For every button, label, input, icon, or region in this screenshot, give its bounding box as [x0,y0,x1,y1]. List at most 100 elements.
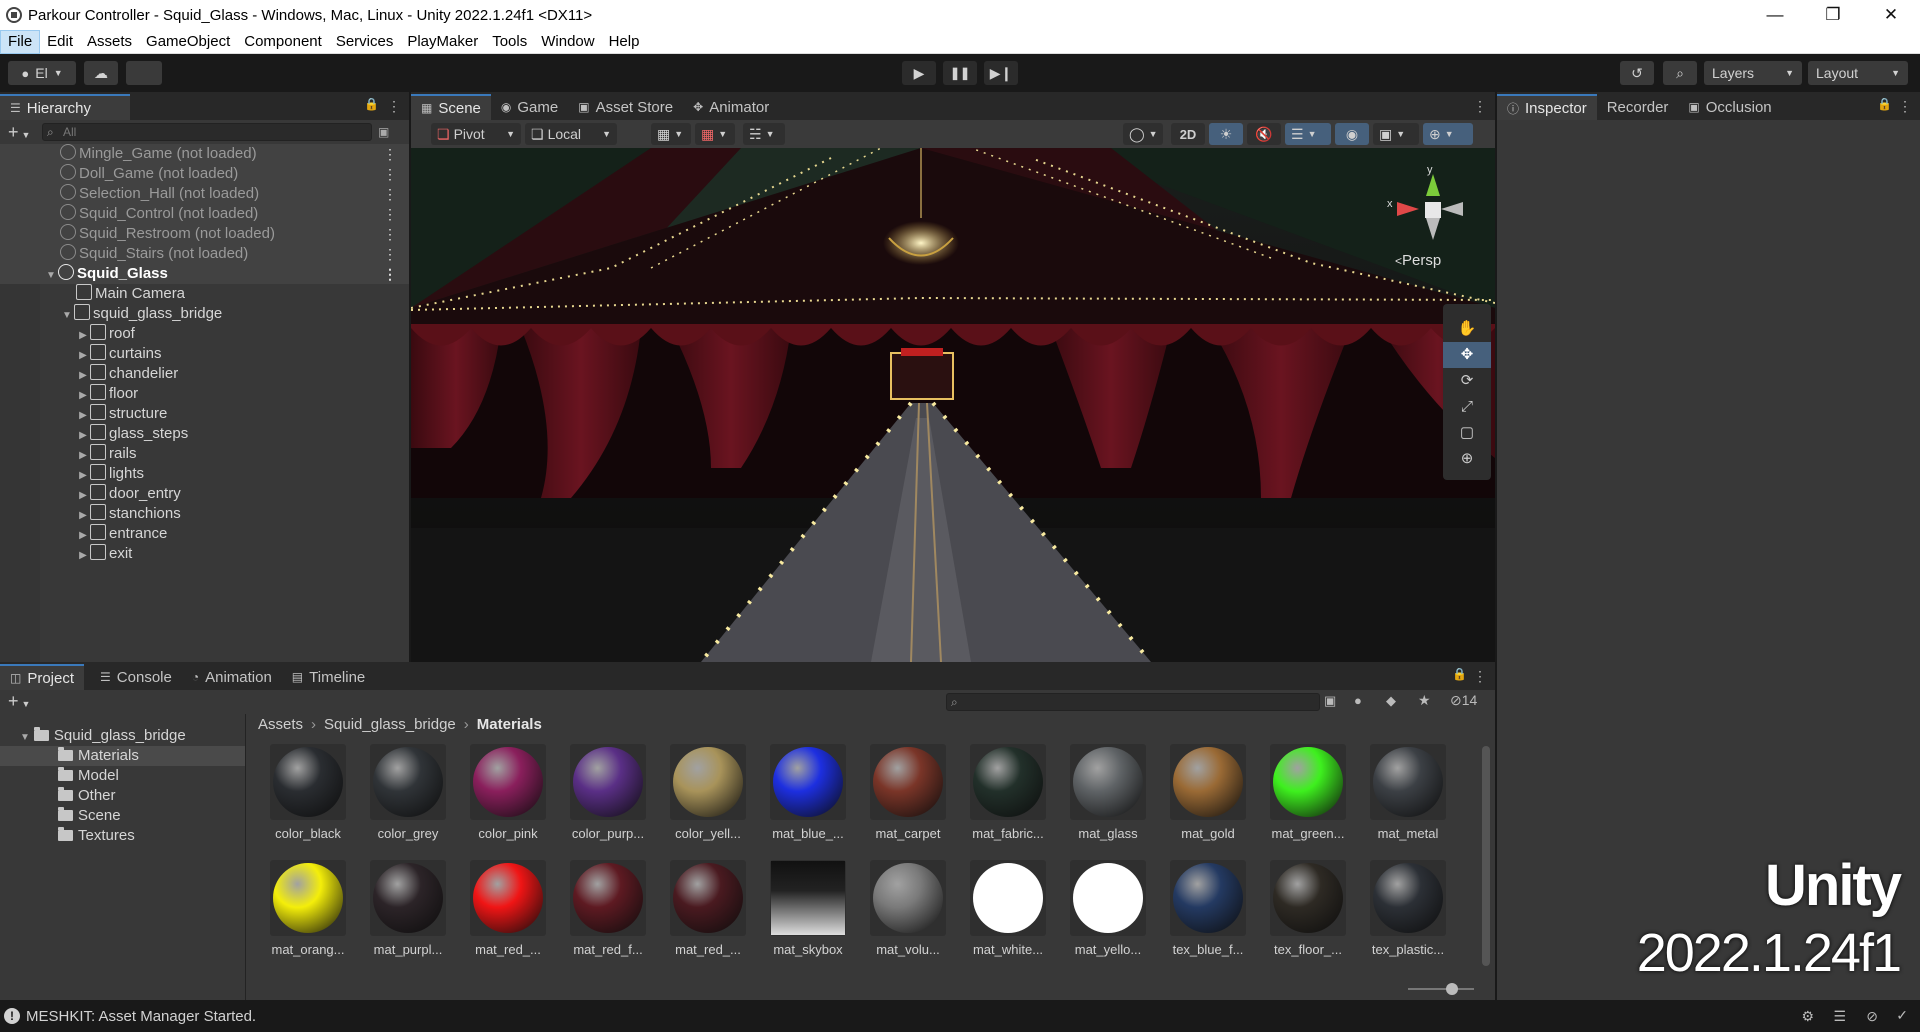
search-options-icon[interactable]: ▣ [378,125,389,139]
gameobject-row[interactable]: ▶ stanchions [0,504,409,524]
grid-scrollbar[interactable] [1482,746,1490,966]
audio-toggle[interactable]: 🔇 [1247,123,1281,145]
material-asset[interactable]: mat_volu... [862,860,954,957]
tab-recorder[interactable]: Recorder [1597,94,1679,120]
material-asset[interactable]: mat_gold [1162,744,1254,841]
material-asset[interactable]: mat_skybox [762,860,854,957]
gameobject-row[interactable]: ▶ exit [0,544,409,564]
hand-tool[interactable]: ✋ [1443,316,1491,342]
collapse-arrow-icon[interactable]: ▶ [76,326,90,346]
scale-tool[interactable]: ⤢ [1443,394,1491,420]
pivot-dropdown[interactable]: ❏ Pivot ▼ [431,123,521,145]
scene-viewport[interactable]: y x <Persp ✋ ✥ ⟳ ⤢ ▢ ⊕ [411,148,1495,662]
material-asset[interactable]: mat_purpl... [362,860,454,957]
panel-menu-icon[interactable]: ⋮ [1473,668,1487,685]
collapse-arrow-icon[interactable]: ▶ [76,466,90,486]
debug-icon[interactable]: ⚙ [1801,1008,1814,1025]
panel-menu-icon[interactable]: ⋮ [387,98,401,115]
menu-window[interactable]: Window [534,30,601,54]
menu-file[interactable]: File [0,29,41,54]
gameobject-row[interactable]: ▶ curtains [0,344,409,364]
scene-row[interactable]: Squid_Restroom (not loaded) ⋮ [0,224,409,244]
folder-row[interactable]: Model [0,766,245,786]
effects-dropdown[interactable]: ☰ ▼ [1285,123,1331,145]
transform-tool[interactable]: ⊕ [1443,446,1491,472]
cloud-button[interactable]: ☁ [84,61,118,85]
gameobject-row[interactable]: ▶ glass_steps [0,424,409,444]
material-asset[interactable]: tex_floor_... [1262,860,1354,957]
material-asset[interactable]: mat_fabric... [962,744,1054,841]
maximize-button[interactable]: ❐ [1804,0,1862,30]
pause-button[interactable]: ❚❚ [943,61,977,85]
expand-arrow-icon[interactable]: ▼ [20,732,30,743]
tab-scene[interactable]: ▦ Scene [411,94,491,120]
menu-edit[interactable]: Edit [40,30,80,54]
material-asset[interactable]: mat_red_... [662,860,754,957]
collapse-arrow-icon[interactable]: ▶ [76,446,90,466]
tab-asset-store[interactable]: ▣ Asset Store [568,94,683,120]
check-icon[interactable]: ✓ [1896,1007,1908,1024]
lock-icon[interactable]: 🔒 [1452,667,1467,681]
status-message[interactable]: MESHKIT: Asset Manager Started. [26,1008,256,1025]
scene-row[interactable]: Doll_Game (not loaded) ⋮ [0,164,409,184]
tab-animation[interactable]: ◔ Animation [182,664,282,690]
rect-tool[interactable]: ▢ [1443,420,1491,446]
folder-scrollbar[interactable] [246,722,254,998]
account-button[interactable]: ● El ▼ [8,61,76,85]
project-search-input[interactable] [946,693,1320,711]
active-scene-row[interactable]: ▼ Squid_Glass ⋮ [0,264,409,284]
gizmos-dropdown[interactable]: ⊕ ▼ [1423,123,1473,145]
gameobject-row[interactable]: ▶ door_entry [0,484,409,504]
menu-assets[interactable]: Assets [80,30,139,54]
favorite-star-icon[interactable]: ★ [1418,692,1431,709]
menu-tools[interactable]: Tools [485,30,534,54]
menu-playmaker[interactable]: PlayMaker [400,30,485,54]
minimize-button[interactable]: — [1746,0,1804,30]
camera-dropdown[interactable]: ▣ ▼ [1373,123,1419,145]
collapse-arrow-icon[interactable]: ▶ [76,406,90,426]
scene-row[interactable]: Mingle_Game (not loaded) ⋮ [0,144,409,164]
collapse-arrow-icon[interactable]: ▶ [76,546,90,566]
material-asset[interactable]: tex_blue_f... [1162,860,1254,957]
menu-help[interactable]: Help [602,30,647,54]
tab-occlusion[interactable]: ▣ Occlusion [1678,94,1781,120]
history-button[interactable]: ↺ [1620,61,1654,85]
tab-project[interactable]: ◫ Project [0,664,85,690]
material-asset[interactable]: mat_yello... [1062,860,1154,957]
lock-icon[interactable]: 🔒 [364,97,379,111]
lighting-toggle[interactable]: ☀ [1209,123,1243,145]
material-asset[interactable]: mat_red_... [462,860,554,957]
scene-row[interactable]: Squid_Control (not loaded) ⋮ [0,204,409,224]
tab-animator[interactable]: ✥ Animator [683,94,779,120]
tab-timeline[interactable]: ▤ Timeline [282,664,375,690]
visibility-toggle[interactable]: ◉ [1335,123,1369,145]
folder-row[interactable]: ▼ Squid_glass_bridge [0,726,245,746]
move-tool[interactable]: ✥ [1443,342,1491,368]
gameobject-row[interactable]: ▶ rails [0,444,409,464]
hidden-packages-button[interactable]: ⊘14 [1450,692,1477,709]
scene-row[interactable]: Squid_Stairs (not loaded) ⋮ [0,244,409,264]
scene-menu-icon[interactable]: ⋮ [383,224,397,244]
search-by-type-icon[interactable]: ▣ [1324,693,1336,709]
layout-dropdown[interactable]: Layout ▼ [1808,61,1908,85]
panel-menu-icon[interactable]: ⋮ [1898,98,1912,115]
gameobject-row[interactable]: ▶ floor [0,384,409,404]
folder-row[interactable]: Materials [0,746,245,766]
gameobject-row[interactable]: ▶ structure [0,404,409,424]
menu-gameobject[interactable]: GameObject [139,30,237,54]
gameobject-row[interactable]: ▶ entrance [0,524,409,544]
gameobject-row[interactable]: Main Camera [0,284,409,304]
scene-menu-icon[interactable]: ⋮ [383,204,397,224]
network-icon[interactable]: ⊘ [1866,1008,1878,1025]
orientation-gizmo[interactable]: y x [1371,162,1471,262]
collapse-arrow-icon[interactable]: ▶ [76,506,90,526]
lock-icon[interactable]: 🔒 [1877,97,1892,111]
local-dropdown[interactable]: ❏ Local ▼ [525,123,617,145]
folder-row[interactable]: Other [0,786,245,806]
2d-toggle[interactable]: 2D [1171,123,1205,145]
material-asset[interactable]: mat_white... [962,860,1054,957]
material-asset[interactable]: color_purp... [562,744,654,841]
scene-menu-icon[interactable]: ⋮ [383,264,397,284]
step-button[interactable]: ▶❙ [984,61,1018,85]
ruler-button[interactable]: ☵ ▼ [743,123,785,145]
